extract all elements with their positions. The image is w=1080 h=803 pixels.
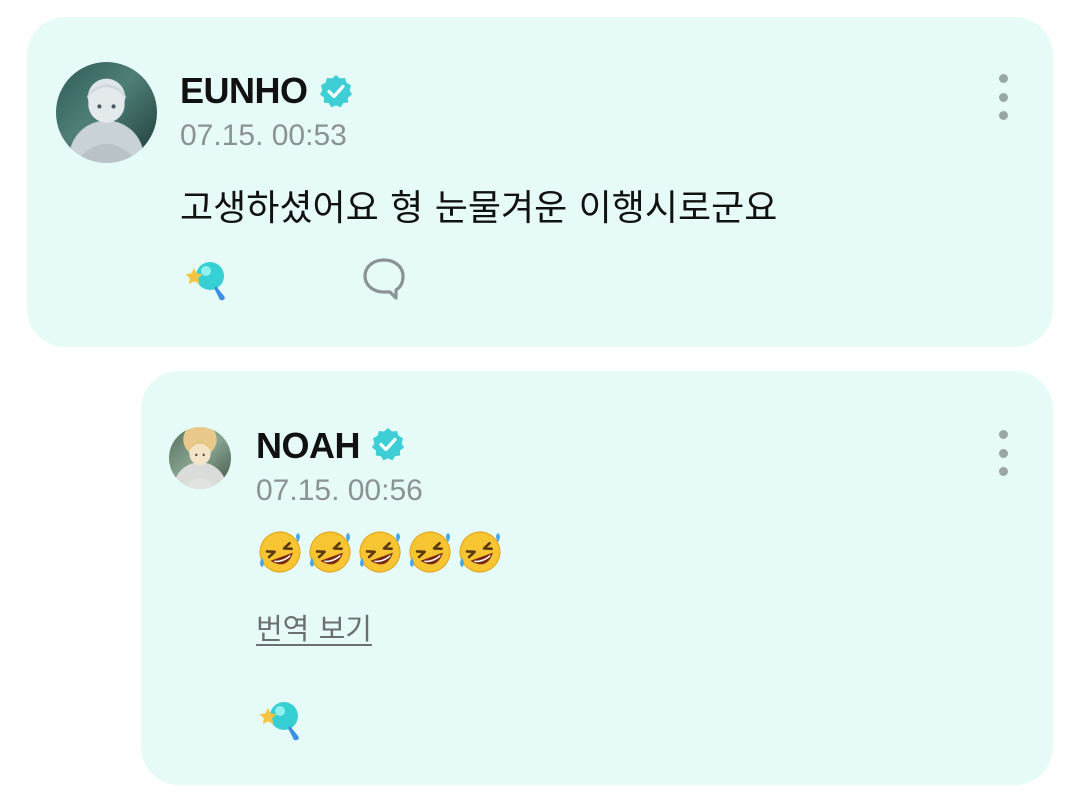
- laughing-emoji-icon: [359, 531, 401, 573]
- avatar[interactable]: [56, 62, 157, 163]
- more-options-icon[interactable]: [997, 74, 1009, 120]
- dot: [998, 430, 1008, 439]
- more-options-icon[interactable]: [997, 430, 1009, 476]
- author-name: EUNHO: [180, 70, 308, 111]
- translate-link[interactable]: 번역 보기: [256, 606, 372, 648]
- dot: [998, 74, 1008, 83]
- laughing-emoji-icon: [259, 531, 301, 573]
- verified-badge-icon: [372, 428, 404, 461]
- cheer-icon[interactable]: [256, 694, 306, 744]
- dot: [998, 92, 1008, 102]
- reply-timestamp: 07.15. 00:56: [256, 474, 423, 507]
- laughing-emoji-icon: [459, 531, 501, 573]
- verified-badge-icon: [320, 75, 352, 108]
- avatar[interactable]: [169, 427, 231, 489]
- laughing-emoji-icon: [309, 531, 351, 573]
- post-timestamp: 07.15. 00:53: [180, 119, 347, 152]
- laughing-emoji-icon: [409, 531, 451, 573]
- dot: [998, 467, 1008, 476]
- reply-emoji-row: [256, 528, 504, 576]
- post-text: 고생하셨어요 형 눈물겨운 이행시로군요: [180, 188, 778, 229]
- dot: [998, 448, 1008, 458]
- dot: [998, 111, 1008, 120]
- author-name: NOAH: [256, 425, 361, 466]
- comment-icon[interactable]: [360, 256, 408, 302]
- cheer-icon[interactable]: [182, 254, 232, 304]
